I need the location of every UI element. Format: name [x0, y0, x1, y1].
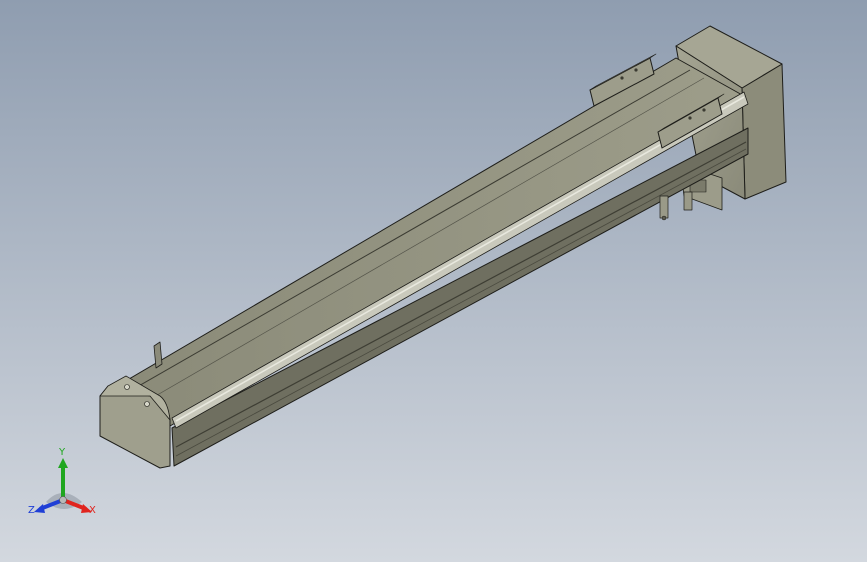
- y-axis-arrow: [58, 458, 68, 468]
- bracket-2-hole-2: [702, 108, 706, 112]
- x-axis-label: X: [89, 505, 96, 516]
- end-cap-screw-2: [144, 401, 150, 407]
- y-axis-label: Y: [59, 447, 66, 458]
- end-cap-screw-1: [124, 384, 130, 390]
- triad-origin: [59, 496, 67, 504]
- limit-switch-1: [659, 195, 669, 219]
- z-axis-arrow: [34, 504, 45, 513]
- bracket-1-hole-2: [634, 68, 638, 72]
- cad-viewport[interactable]: Y X Z: [0, 0, 867, 562]
- limit-switch-2: [683, 191, 693, 211]
- bracket-1-hole: [620, 76, 624, 80]
- bracket-2-hole: [688, 116, 692, 120]
- model-scene[interactable]: [0, 0, 867, 562]
- coordinate-triad: Y X Z: [26, 446, 106, 522]
- limit-switch-knob: [661, 215, 667, 221]
- z-axis-label: Z: [28, 505, 35, 516]
